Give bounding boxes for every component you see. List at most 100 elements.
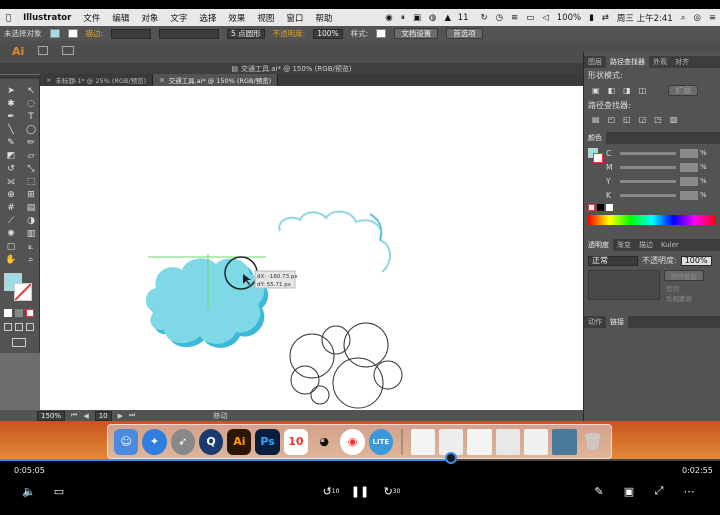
battery-icon[interactable]: ▮ [585, 13, 598, 23]
draw-normal-icon[interactable] [4, 323, 12, 331]
screen-mode-icon[interactable] [12, 338, 26, 347]
rewind-button[interactable]: ↺ 10 [320, 484, 342, 498]
type-tool-icon[interactable]: T [23, 111, 39, 122]
fullscreen-icon[interactable]: ⤢ [651, 484, 667, 498]
paintbrush-icon[interactable]: ✎ [3, 137, 19, 148]
free-transform-icon[interactable]: ⬚ [23, 176, 39, 187]
apple-icon[interactable]:  [0, 13, 17, 23]
clip-checkbox[interactable]: 剪切 [666, 283, 679, 293]
none-mode-icon[interactable] [26, 309, 34, 317]
blob-brush-icon[interactable]: ◩ [3, 150, 19, 161]
preferences-button[interactable]: 首选项 [446, 28, 483, 39]
gradient-mode-icon[interactable] [15, 309, 23, 317]
magic-wand-icon[interactable]: ✱ [3, 98, 19, 109]
app-menu[interactable]: Illustrator [17, 13, 77, 23]
unite-icon[interactable]: ▣ [592, 86, 600, 95]
make-mask-button[interactable]: 制作蒙版 [664, 270, 704, 281]
yellow-slider[interactable] [620, 179, 676, 183]
prev-page-icon[interactable]: ◀ [80, 412, 91, 420]
pencil-icon[interactable]: ✏ [23, 137, 39, 148]
menu-object[interactable]: 对象 [135, 12, 164, 24]
white-swatch[interactable] [606, 204, 613, 211]
wifi-icon[interactable]: ≋ [507, 13, 522, 23]
tab-appearance[interactable]: 外观 [649, 56, 671, 68]
tab-align[interactable]: 对齐 [671, 56, 693, 68]
lite-app-icon[interactable]: LITE [368, 428, 393, 455]
search-icon[interactable]: ⌕ [677, 13, 690, 23]
tab-untitled[interactable]: × 未标题-1* @ 25% (RGB/预览) [40, 74, 154, 86]
menu-window[interactable]: 窗口 [280, 12, 309, 24]
mesh-icon[interactable]: # [3, 202, 19, 213]
volume-icon[interactable]: ◁ [538, 13, 553, 23]
fill-swatch[interactable] [49, 29, 60, 38]
opacity-field[interactable]: 100% [313, 28, 343, 39]
eraser-icon[interactable]: ▱ [23, 150, 39, 161]
tab-actions[interactable]: 动作 [584, 316, 606, 328]
yellow-value[interactable] [680, 176, 698, 186]
pause-button[interactable]: ❚❚ [351, 484, 369, 498]
selection-tool-icon[interactable]: ➤ [3, 85, 19, 96]
merge-icon[interactable]: ◱ [623, 115, 631, 124]
stroke-swatch[interactable] [67, 29, 78, 38]
ellipse-tool-icon[interactable]: ◯ [23, 124, 39, 135]
symbol-sprayer-icon[interactable]: ✺ [3, 228, 19, 239]
slice-icon[interactable]: ⟀ [23, 241, 39, 252]
illustrator-icon[interactable]: Ai [227, 428, 252, 455]
exclude-icon[interactable]: ◫ [639, 86, 647, 95]
tab-links[interactable]: 链接 [606, 316, 628, 328]
transparency-opacity-field[interactable]: 100% [680, 255, 712, 266]
color-mode-icon[interactable] [4, 309, 12, 317]
tab-stroke[interactable]: 描边 [635, 239, 657, 251]
dock-document-thumb[interactable] [495, 428, 521, 455]
tab-pathfinder[interactable]: 路径查找器 [606, 56, 649, 68]
direct-selection-tool-icon[interactable]: ↖ [23, 85, 39, 96]
hand-tool-icon[interactable]: ✋ [3, 254, 19, 265]
perspective-grid-icon[interactable]: ⊞ [23, 189, 39, 200]
eyedropper-icon[interactable]: ⟋ [3, 215, 19, 226]
dock-document-thumb[interactable] [524, 428, 549, 455]
menu-select[interactable]: 选择 [193, 12, 222, 24]
tab-kuler[interactable]: Kuler [657, 239, 683, 251]
adobe-icon[interactable]: ▲ 11 [440, 13, 476, 23]
tab-color[interactable]: 颜色 [584, 132, 606, 144]
artboard[interactable]: dX: -160.73 px dY: 55.71 px [40, 86, 583, 410]
launchpad-icon[interactable]: ➶ [170, 428, 195, 455]
brush-select[interactable]: 5 点圆形 [227, 28, 265, 39]
cyan-value[interactable] [680, 148, 698, 158]
color-spectrum[interactable] [588, 215, 716, 225]
dock-document-thumb[interactable] [467, 428, 492, 455]
calendar-icon[interactable]: 10 [283, 428, 309, 455]
crop-icon[interactable]: ◲ [639, 115, 647, 124]
finder-icon[interactable]: ☺ [114, 428, 139, 455]
dock-window-thumb[interactable] [552, 428, 577, 455]
trim-icon[interactable]: ◰ [608, 115, 616, 124]
shape-builder-icon[interactable]: ⊕ [3, 189, 19, 200]
sync-icon[interactable]: ↻ [477, 13, 492, 23]
selected-cloud[interactable] [145, 258, 269, 348]
minus-front-icon[interactable]: ◧ [608, 86, 616, 95]
style-swatch[interactable] [376, 29, 387, 38]
stroke-weight-field[interactable] [111, 28, 152, 39]
zoom-tool-icon[interactable]: ⌕ [23, 254, 39, 265]
clock-text[interactable]: 周三 上午2:41 [613, 12, 677, 24]
input-switch-icon[interactable]: ⇄ [598, 13, 613, 23]
safari-icon[interactable]: ✦ [142, 428, 167, 455]
arrange-documents-icon[interactable] [62, 46, 74, 55]
zoom-select[interactable]: 150% [37, 410, 66, 421]
doc-setup-button[interactable]: 文档设置 [394, 28, 439, 39]
black-slider[interactable] [620, 193, 676, 197]
tab-close-icon[interactable]: × [46, 76, 51, 84]
opacity-label[interactable]: 不透明度: [269, 28, 310, 39]
pause-icon[interactable]: ⏸ [397, 13, 409, 23]
forward-button[interactable]: ↻ 30 [381, 484, 403, 498]
stroke-color-box[interactable] [14, 283, 32, 301]
graph-icon[interactable]: ▥ [23, 228, 39, 239]
artwork-canvas[interactable] [40, 86, 583, 410]
draw-inside-icon[interactable] [26, 323, 34, 331]
black-value[interactable] [680, 190, 698, 200]
page-select[interactable]: 10 [94, 410, 112, 421]
photoshop-icon[interactable]: Ps [255, 428, 280, 455]
tab-transparency[interactable]: 透明度 [584, 239, 613, 251]
expand-button[interactable]: 扩展 [668, 85, 699, 96]
battery-text[interactable]: 100% [553, 13, 585, 23]
